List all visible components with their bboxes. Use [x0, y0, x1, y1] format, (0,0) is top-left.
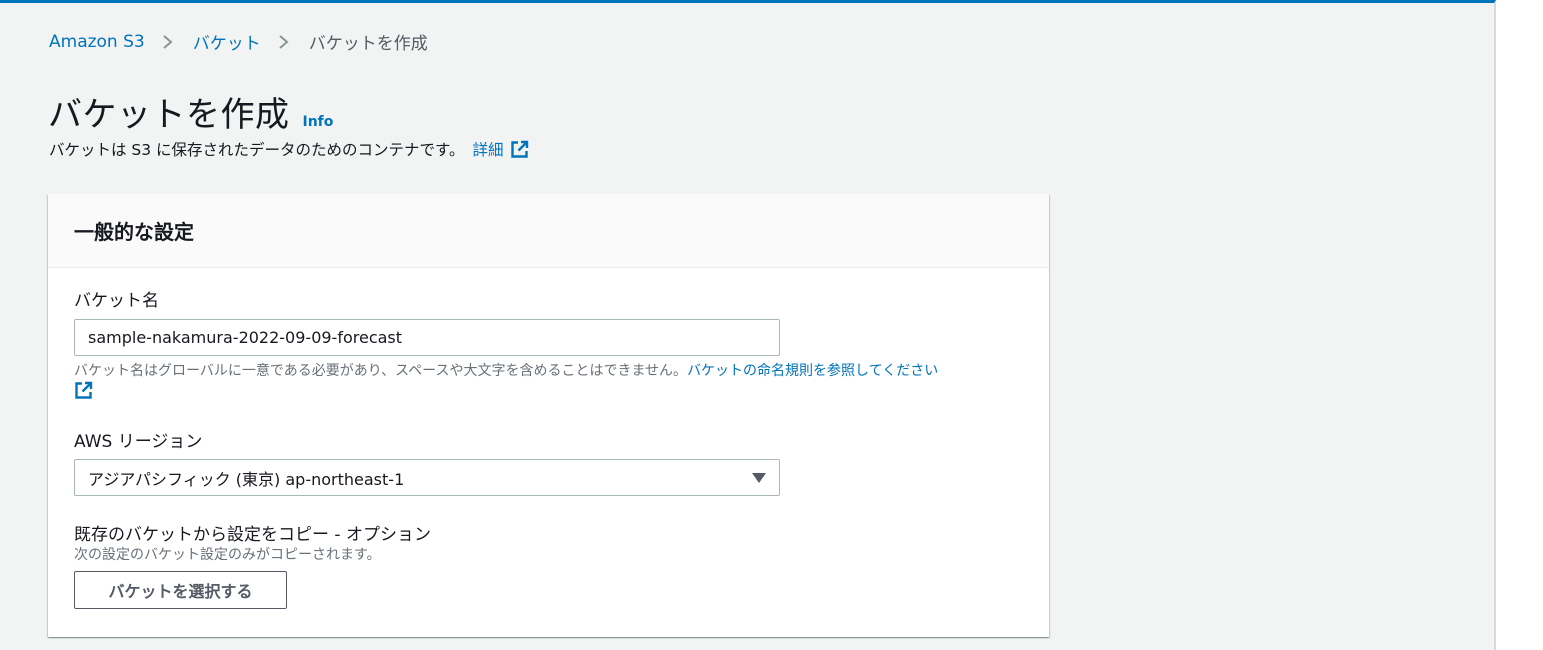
- region-label: AWS リージョン: [74, 432, 203, 452]
- bucket-name-hint-text: バケット名はグローバルに一意である必要があり、スペースや大文字を含めることはでき…: [74, 363, 688, 379]
- chevron-right-icon: [155, 32, 181, 52]
- bucket-name-label: バケット名: [74, 291, 159, 311]
- page-title: バケットを作成: [48, 95, 290, 135]
- region-select[interactable]: アジアパシフィック (東京) ap-northeast-1: [74, 459, 780, 496]
- copy-settings-description: 次の設定のバケット設定のみがコピーされます。: [74, 547, 381, 563]
- panel-header: 一般的な設定: [48, 194, 1049, 268]
- external-link-icon[interactable]: [510, 140, 529, 159]
- breadcrumb-link-buckets[interactable]: バケット: [193, 29, 261, 54]
- chevron-right-icon: [271, 32, 297, 52]
- breadcrumb-current: バケットを作成: [308, 34, 428, 54]
- breadcrumb-link-s3[interactable]: Amazon S3: [49, 32, 145, 52]
- page-description-text: バケットは S3 に保存されたデータのためのコンテナです。: [49, 141, 465, 159]
- naming-rules-link[interactable]: バケットの命名規則を参照してください: [687, 363, 938, 379]
- bucket-name-hint: バケット名はグローバルに一意である必要があり、スペースや大文字を含めることはでき…: [74, 361, 1014, 404]
- page-description: バケットは S3 に保存されたデータのためのコンテナです。 詳細: [49, 138, 529, 160]
- general-settings-panel: 一般的な設定 バケット名 バケット名はグローバルに一意である必要があり、スペース…: [48, 194, 1049, 637]
- bucket-name-input[interactable]: [74, 319, 780, 356]
- copy-settings-label: 既存のバケットから設定をコピー - オプション: [74, 525, 431, 545]
- console-main: Amazon S3 バケット バケットを作成 バケットを作成 Info バケット…: [0, 0, 1496, 650]
- panel-title: 一般的な設定: [74, 220, 194, 244]
- page-header: バケットを作成 Info: [48, 87, 333, 136]
- region-select-value: アジアパシフィック (東京) ap-northeast-1: [88, 469, 405, 489]
- info-link[interactable]: Info: [303, 114, 334, 130]
- external-link-icon[interactable]: [74, 381, 93, 400]
- choose-bucket-button[interactable]: バケットを選択する: [74, 571, 287, 609]
- detail-link[interactable]: 詳細: [473, 138, 504, 160]
- caret-down-icon: [752, 472, 766, 484]
- breadcrumb: Amazon S3 バケット バケットを作成: [49, 29, 428, 55]
